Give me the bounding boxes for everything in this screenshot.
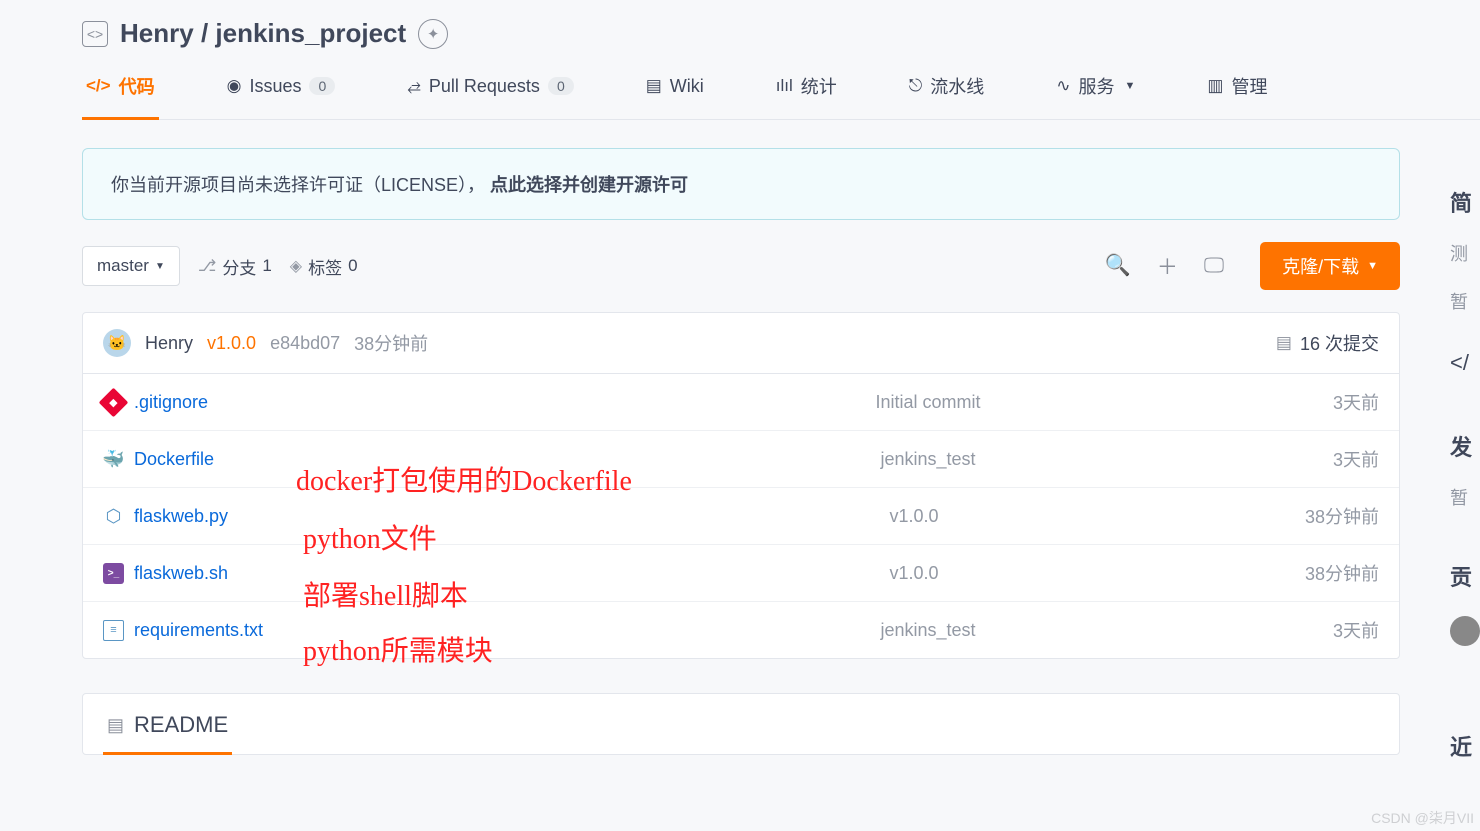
manage-icon: ▥ bbox=[1207, 76, 1223, 96]
repo-link[interactable]: jenkins_project bbox=[215, 18, 406, 48]
table-row: ≡ requirements.txt jenkins_test 3天前 bbox=[83, 602, 1399, 658]
file-commit-msg[interactable]: v1.0.0 bbox=[523, 506, 1305, 527]
tab-pipeline[interactable]: ⎋ 流水线 bbox=[905, 67, 988, 119]
python-icon: ⬡ bbox=[103, 506, 124, 527]
branch-icon: ⎇ bbox=[198, 256, 216, 276]
repo-title: Henry / jenkins_project bbox=[120, 18, 406, 49]
readme-tab[interactable]: ▤ README bbox=[103, 694, 232, 755]
file-panel: 🐱 Henry v1.0.0 e84bd07 38分钟前 ▤ 16 次提交 ◆ … bbox=[82, 312, 1400, 659]
watermark: CSDN @柒月VII bbox=[1371, 808, 1474, 828]
branches-link[interactable]: ⎇ 分支 1 bbox=[198, 254, 272, 279]
services-icon: ∿ bbox=[1056, 76, 1070, 96]
tool-icons: 🔍 ＋ 🖵 bbox=[1105, 251, 1224, 281]
file-time: 3天前 bbox=[1333, 389, 1379, 415]
table-row: ⬡ flaskweb.py v1.0.0 38分钟前 bbox=[83, 488, 1399, 545]
tab-stats[interactable]: ılıl 统计 bbox=[772, 67, 841, 119]
caret-down-icon: ▼ bbox=[1125, 80, 1136, 92]
tags-link[interactable]: ◈ 标签 0 bbox=[290, 254, 358, 279]
file-time: 3天前 bbox=[1333, 617, 1379, 643]
tabs: </> 代码 ◉ Issues 0 ⥄ Pull Requests 0 ▤ Wi… bbox=[82, 67, 1480, 120]
search-icon[interactable]: 🔍 bbox=[1105, 254, 1131, 278]
donate-icon[interactable]: ✦ bbox=[418, 19, 448, 49]
wiki-icon: ▤ bbox=[646, 76, 662, 96]
gitignore-icon: ◆ bbox=[99, 387, 129, 417]
tab-code[interactable]: </> 代码 bbox=[82, 67, 159, 119]
txt-icon: ≡ bbox=[103, 620, 124, 641]
file-link[interactable]: Dockerfile bbox=[134, 449, 214, 470]
commit-hash[interactable]: e84bd07 bbox=[270, 333, 340, 354]
branch-select[interactable]: master ▼ bbox=[82, 246, 180, 286]
code-icon: </> bbox=[86, 76, 111, 96]
license-notice: 你当前开源项目尚未选择许可证（LICENSE）， 点此选择并创建开源许可 bbox=[82, 148, 1400, 220]
tab-services[interactable]: ∿ 服务 ▼ bbox=[1052, 67, 1139, 119]
contributor-avatar[interactable] bbox=[1450, 616, 1480, 646]
file-time: 38分钟前 bbox=[1305, 560, 1379, 586]
tab-issues[interactable]: ◉ Issues 0 bbox=[223, 67, 340, 119]
file-link[interactable]: .gitignore bbox=[134, 392, 208, 413]
toolbar: master ▼ ⎇ 分支 1 ◈ 标签 0 🔍 ＋ 🖵 克隆/下载 ▼ bbox=[82, 242, 1400, 290]
latest-commit: 🐱 Henry v1.0.0 e84bd07 38分钟前 ▤ 16 次提交 bbox=[83, 313, 1399, 374]
file-link[interactable]: flaskweb.py bbox=[134, 506, 228, 527]
table-row: >_ flaskweb.sh v1.0.0 38分钟前 bbox=[83, 545, 1399, 602]
file-link[interactable]: flaskweb.sh bbox=[134, 563, 228, 584]
issues-icon: ◉ bbox=[227, 76, 242, 96]
owner-link[interactable]: Henry bbox=[120, 18, 194, 48]
caret-down-icon: ▼ bbox=[155, 261, 165, 272]
tab-wiki[interactable]: ▤ Wiki bbox=[642, 67, 708, 119]
repo-header: <> Henry / jenkins_project ✦ bbox=[82, 18, 1480, 49]
docker-icon: 🐳 bbox=[103, 449, 124, 470]
file-time: 38分钟前 bbox=[1305, 503, 1379, 529]
file-link[interactable]: requirements.txt bbox=[134, 620, 263, 641]
readme-panel: ▤ README bbox=[82, 693, 1400, 755]
commits-link[interactable]: ▤ 16 次提交 bbox=[1276, 330, 1379, 356]
file-commit-msg[interactable]: jenkins_test bbox=[523, 449, 1333, 470]
create-license-link[interactable]: 点此选择并创建开源许可 bbox=[490, 175, 688, 195]
file-commit-msg[interactable]: v1.0.0 bbox=[523, 563, 1305, 584]
tab-pulls[interactable]: ⥄ Pull Requests 0 bbox=[403, 67, 577, 119]
branch-meta: ⎇ 分支 1 ◈ 标签 0 bbox=[198, 254, 358, 279]
commits-icon: ▤ bbox=[1276, 333, 1292, 353]
commit-version[interactable]: v1.0.0 bbox=[207, 333, 256, 354]
tab-manage[interactable]: ▥ 管理 bbox=[1203, 67, 1271, 119]
pulls-icon: ⥄ bbox=[407, 76, 421, 96]
file-commit-msg[interactable]: jenkins_test bbox=[523, 620, 1333, 641]
tag-icon: ◈ bbox=[290, 256, 302, 276]
file-time: 3天前 bbox=[1333, 446, 1379, 472]
side-headers: 简 测 暂 </ 发 暂 贡 近 bbox=[1450, 186, 1480, 784]
commit-author[interactable]: Henry bbox=[145, 333, 193, 354]
readme-icon: ▤ bbox=[107, 715, 124, 736]
stats-icon: ılıl bbox=[776, 76, 793, 96]
avatar[interactable]: 🐱 bbox=[103, 329, 131, 357]
pipeline-icon: ⎋ bbox=[909, 76, 922, 96]
web-ide-icon[interactable]: 🖵 bbox=[1204, 254, 1224, 278]
table-row: 🐳 Dockerfile jenkins_test 3天前 bbox=[83, 431, 1399, 488]
shell-icon: >_ bbox=[103, 563, 124, 584]
clone-download-button[interactable]: 克隆/下载 ▼ bbox=[1260, 242, 1400, 290]
file-commit-msg[interactable]: Initial commit bbox=[523, 392, 1333, 413]
repo-icon: <> bbox=[82, 21, 108, 47]
commit-time: 38分钟前 bbox=[354, 330, 428, 356]
add-file-icon[interactable]: ＋ bbox=[1157, 251, 1178, 281]
table-row: ◆ .gitignore Initial commit 3天前 bbox=[83, 374, 1399, 431]
caret-down-icon: ▼ bbox=[1367, 260, 1378, 272]
